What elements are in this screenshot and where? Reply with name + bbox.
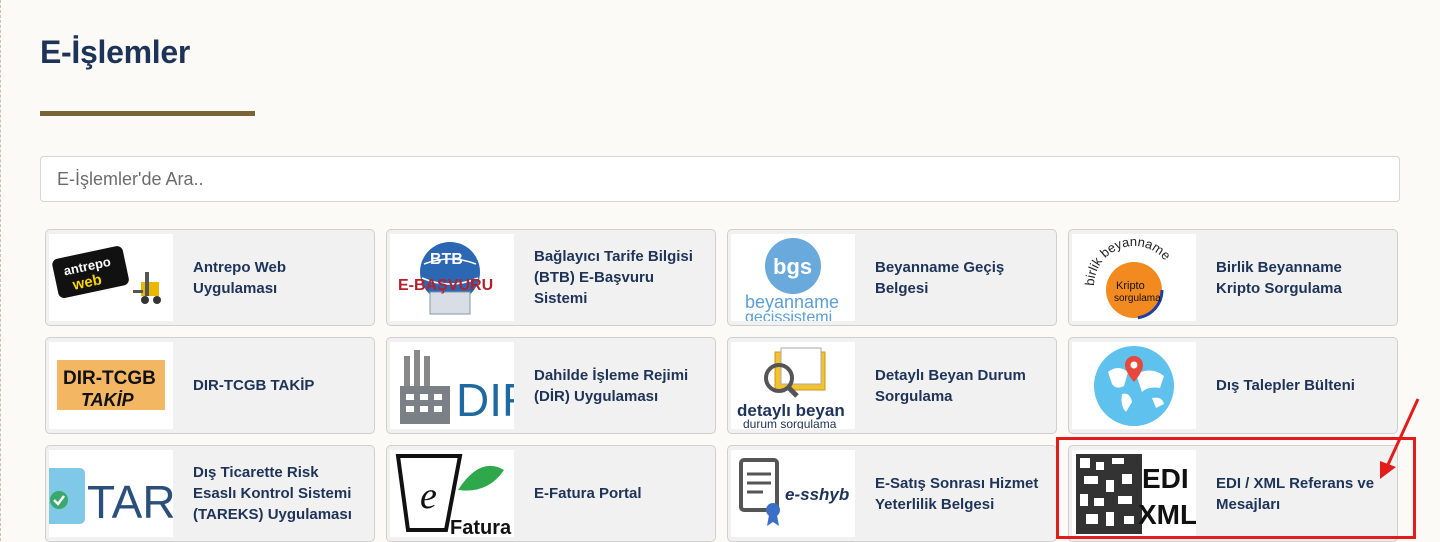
card-dir-tcgb-takip[interactable]: DIR-TCGB TAKİP DIR-TCGB TAKİP	[45, 337, 375, 434]
card-beyanname-gecis[interactable]: bgs beyanname geçişsistemi Beyanname Geç…	[727, 229, 1057, 326]
bgs-logo: bgs beyanname geçişsistemi	[731, 234, 855, 321]
dir-factory-logo: DIR	[390, 342, 514, 429]
world-map-pin-icon	[1072, 342, 1196, 429]
svg-text:TARE: TARE	[87, 476, 173, 528]
efatura-logo: e Fatura	[390, 450, 514, 537]
card-birlik-beyanname[interactable]: birlik beyanname Kripto sorgulama Birlik…	[1068, 229, 1398, 326]
birlik-beyanname-logo: birlik beyanname Kripto sorgulama	[1072, 234, 1196, 321]
card-label: Dış Ticarette Risk Esaslı Kontrol Sistem…	[193, 464, 352, 523]
title-underline	[40, 111, 255, 116]
card-label: Dahilde İşleme Rejimi (DİR) Uygulaması	[534, 366, 689, 405]
card-btb-ebasvuru[interactable]: BTB E-BAŞVURU Bağlayıcı Tarife Bilgisi (…	[386, 229, 716, 326]
svg-text:sorgulama: sorgulama	[1114, 293, 1161, 304]
card-label: EDI / XML Referans ve Mesajları	[1216, 474, 1375, 513]
svg-text:durum sorgulama: durum sorgulama	[743, 417, 837, 429]
card-tareks[interactable]: TARE Dış Ticarette Risk Esaslı Kontrol S…	[45, 445, 375, 542]
card-esshyb[interactable]: e-sshyb E-Satış Sonrası Hizmet Yeterlili…	[727, 445, 1057, 542]
card-label: Dış Talepler Bülteni	[1216, 377, 1355, 394]
btb-ebasvuru-logo: BTB E-BAŞVURU	[390, 234, 514, 321]
edi-xml-logo: EDI XML	[1072, 450, 1196, 537]
svg-text:BTB: BTB	[430, 251, 463, 268]
eservices-grid: antrepo web Antrepo Web Uygulaması BTB E…	[45, 229, 1398, 542]
card-label: DIR-TCGB TAKİP	[193, 377, 315, 394]
card-label: Birlik Beyanname Kripto Sorgulama	[1216, 258, 1342, 297]
svg-text:e-sshyb: e-sshyb	[785, 485, 849, 504]
esshyb-logo: e-sshyb	[731, 450, 855, 537]
card-dahilde-isleme[interactable]: DIR Dahilde İşleme Rejimi (DİR) Uygulama…	[386, 337, 716, 434]
card-label: Detaylı Beyan Durum Sorgulama	[875, 366, 1026, 405]
dir-tcgb-logo: DIR-TCGB TAKİP	[49, 342, 173, 429]
card-edi-xml[interactable]: EDI XML EDI / XML Referans ve Mesajları	[1068, 445, 1398, 542]
svg-text:EDI: EDI	[1142, 463, 1189, 494]
card-detayli-beyan[interactable]: detaylı beyan durum sorgulama Detaylı Be…	[727, 337, 1057, 434]
card-label: E-Fatura Portal	[534, 485, 642, 502]
svg-text:geçişsistemi: geçişsistemi	[745, 309, 832, 321]
tareks-logo: TARE	[49, 450, 173, 537]
svg-text:DIR: DIR	[456, 374, 514, 426]
card-dis-talepler[interactable]: Dış Talepler Bülteni	[1068, 337, 1398, 434]
card-label: E-Satış Sonrası Hizmet Yeterlilik Belges…	[875, 474, 1039, 513]
card-label: Bağlayıcı Tarife Bilgisi (BTB) E-Başvuru…	[534, 248, 693, 307]
svg-text:DIR-TCGB: DIR-TCGB	[63, 368, 156, 389]
card-label: Antrepo Web Uygulaması	[193, 258, 287, 297]
antrepo-web-logo: antrepo web	[49, 234, 173, 321]
page-title: E-İşlemler	[40, 34, 190, 70]
svg-text:XML: XML	[1138, 499, 1196, 530]
detayli-beyan-logo: detaylı beyan durum sorgulama	[731, 342, 855, 429]
card-label: Beyanname Geçiş Belgesi	[875, 258, 1005, 297]
svg-text:e: e	[420, 475, 437, 517]
search-input[interactable]	[40, 156, 1400, 202]
svg-text:Kripto: Kripto	[1116, 280, 1145, 292]
page-left-edge	[0, 0, 5, 541]
svg-text:TAKİP: TAKİP	[81, 390, 135, 410]
svg-text:bgs: bgs	[773, 254, 812, 279]
card-efatura[interactable]: e Fatura E-Fatura Portal	[386, 445, 716, 542]
svg-text:Fatura: Fatura	[450, 517, 512, 537]
card-antrepo-web[interactable]: antrepo web Antrepo Web Uygulaması	[45, 229, 375, 326]
svg-text:E-BAŞVURU: E-BAŞVURU	[398, 277, 493, 294]
